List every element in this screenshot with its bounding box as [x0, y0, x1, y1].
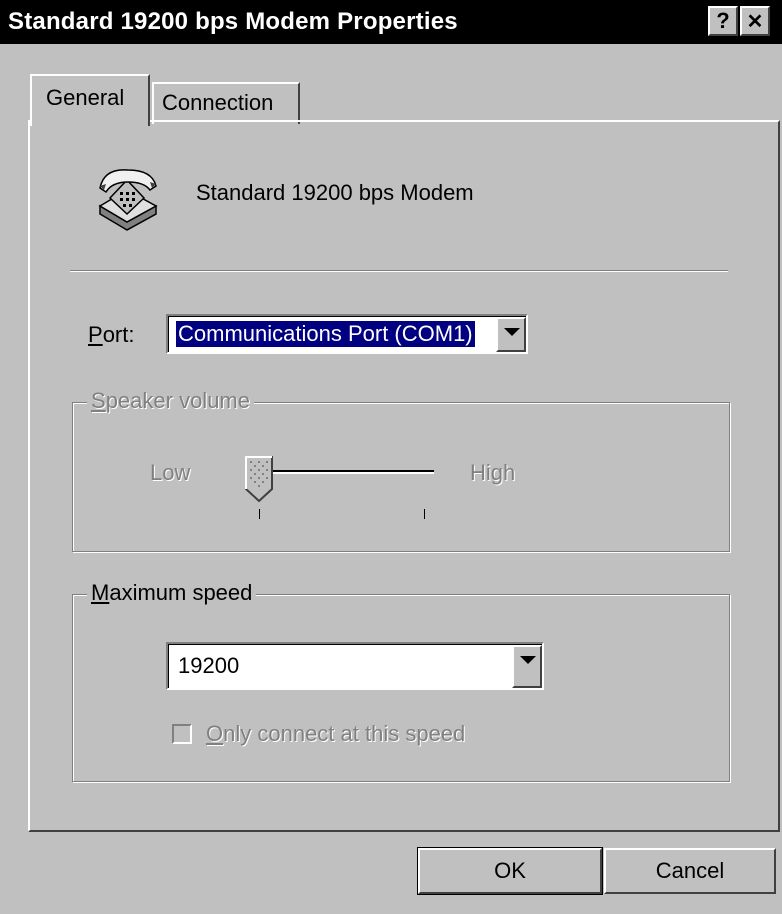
tab-general[interactable]: General [30, 74, 150, 126]
maximum-speed-mnemonic: M [91, 580, 110, 605]
volume-high-label: High [470, 460, 516, 485]
port-label-mnemonic: P [88, 322, 103, 347]
close-button[interactable]: ✕ [740, 6, 770, 36]
volume-tick-low [259, 509, 260, 519]
help-button[interactable]: ? [708, 6, 738, 36]
speaker-volume-legend-rest: peaker volume [105, 388, 250, 413]
ok-button[interactable]: OK [417, 847, 603, 895]
speed-value: 19200 [178, 653, 240, 678]
modem-telephone-icon [98, 169, 158, 231]
title-bar[interactable]: Standard 19200 bps Modem Properties ? ✕ [0, 0, 782, 44]
volume-slider-track[interactable] [262, 470, 434, 474]
speaker-volume-mnemonic: S [91, 388, 106, 413]
tab-connection[interactable]: Connection [152, 82, 300, 124]
only-connect-checkbox[interactable] [172, 724, 192, 744]
close-icon: ✕ [746, 11, 764, 33]
only-connect-mnemonic: O [206, 721, 224, 746]
cancel-button[interactable]: Cancel [604, 848, 776, 894]
maximum-speed-legend-rest: aximum speed [109, 580, 253, 605]
window-title: Standard 19200 bps Modem Properties [8, 8, 458, 35]
separator [70, 270, 728, 272]
only-connect-label-rest: nly connect at this speed [223, 721, 466, 746]
port-dropdown[interactable]: Communications Port (COM1) [166, 314, 528, 354]
port-value: Communications Port (COM1) [175, 320, 476, 348]
volume-low-label: Low [150, 460, 191, 485]
speaker-volume-legend: Speaker volume [87, 388, 254, 414]
volume-slider-thumb[interactable] [244, 455, 274, 503]
port-label: Port: [88, 322, 134, 348]
speed-dropdown[interactable]: 19200 [166, 642, 544, 690]
only-connect-label[interactable]: Only connect at this speed [206, 721, 465, 747]
device-name: Standard 19200 bps Modem [196, 180, 474, 205]
maximum-speed-legend: Maximum speed [87, 580, 257, 606]
port-dropdown-button[interactable] [496, 317, 526, 352]
volume-tick-high [424, 509, 425, 519]
port-label-rest: ort: [102, 322, 135, 347]
speed-dropdown-button[interactable] [512, 645, 542, 688]
